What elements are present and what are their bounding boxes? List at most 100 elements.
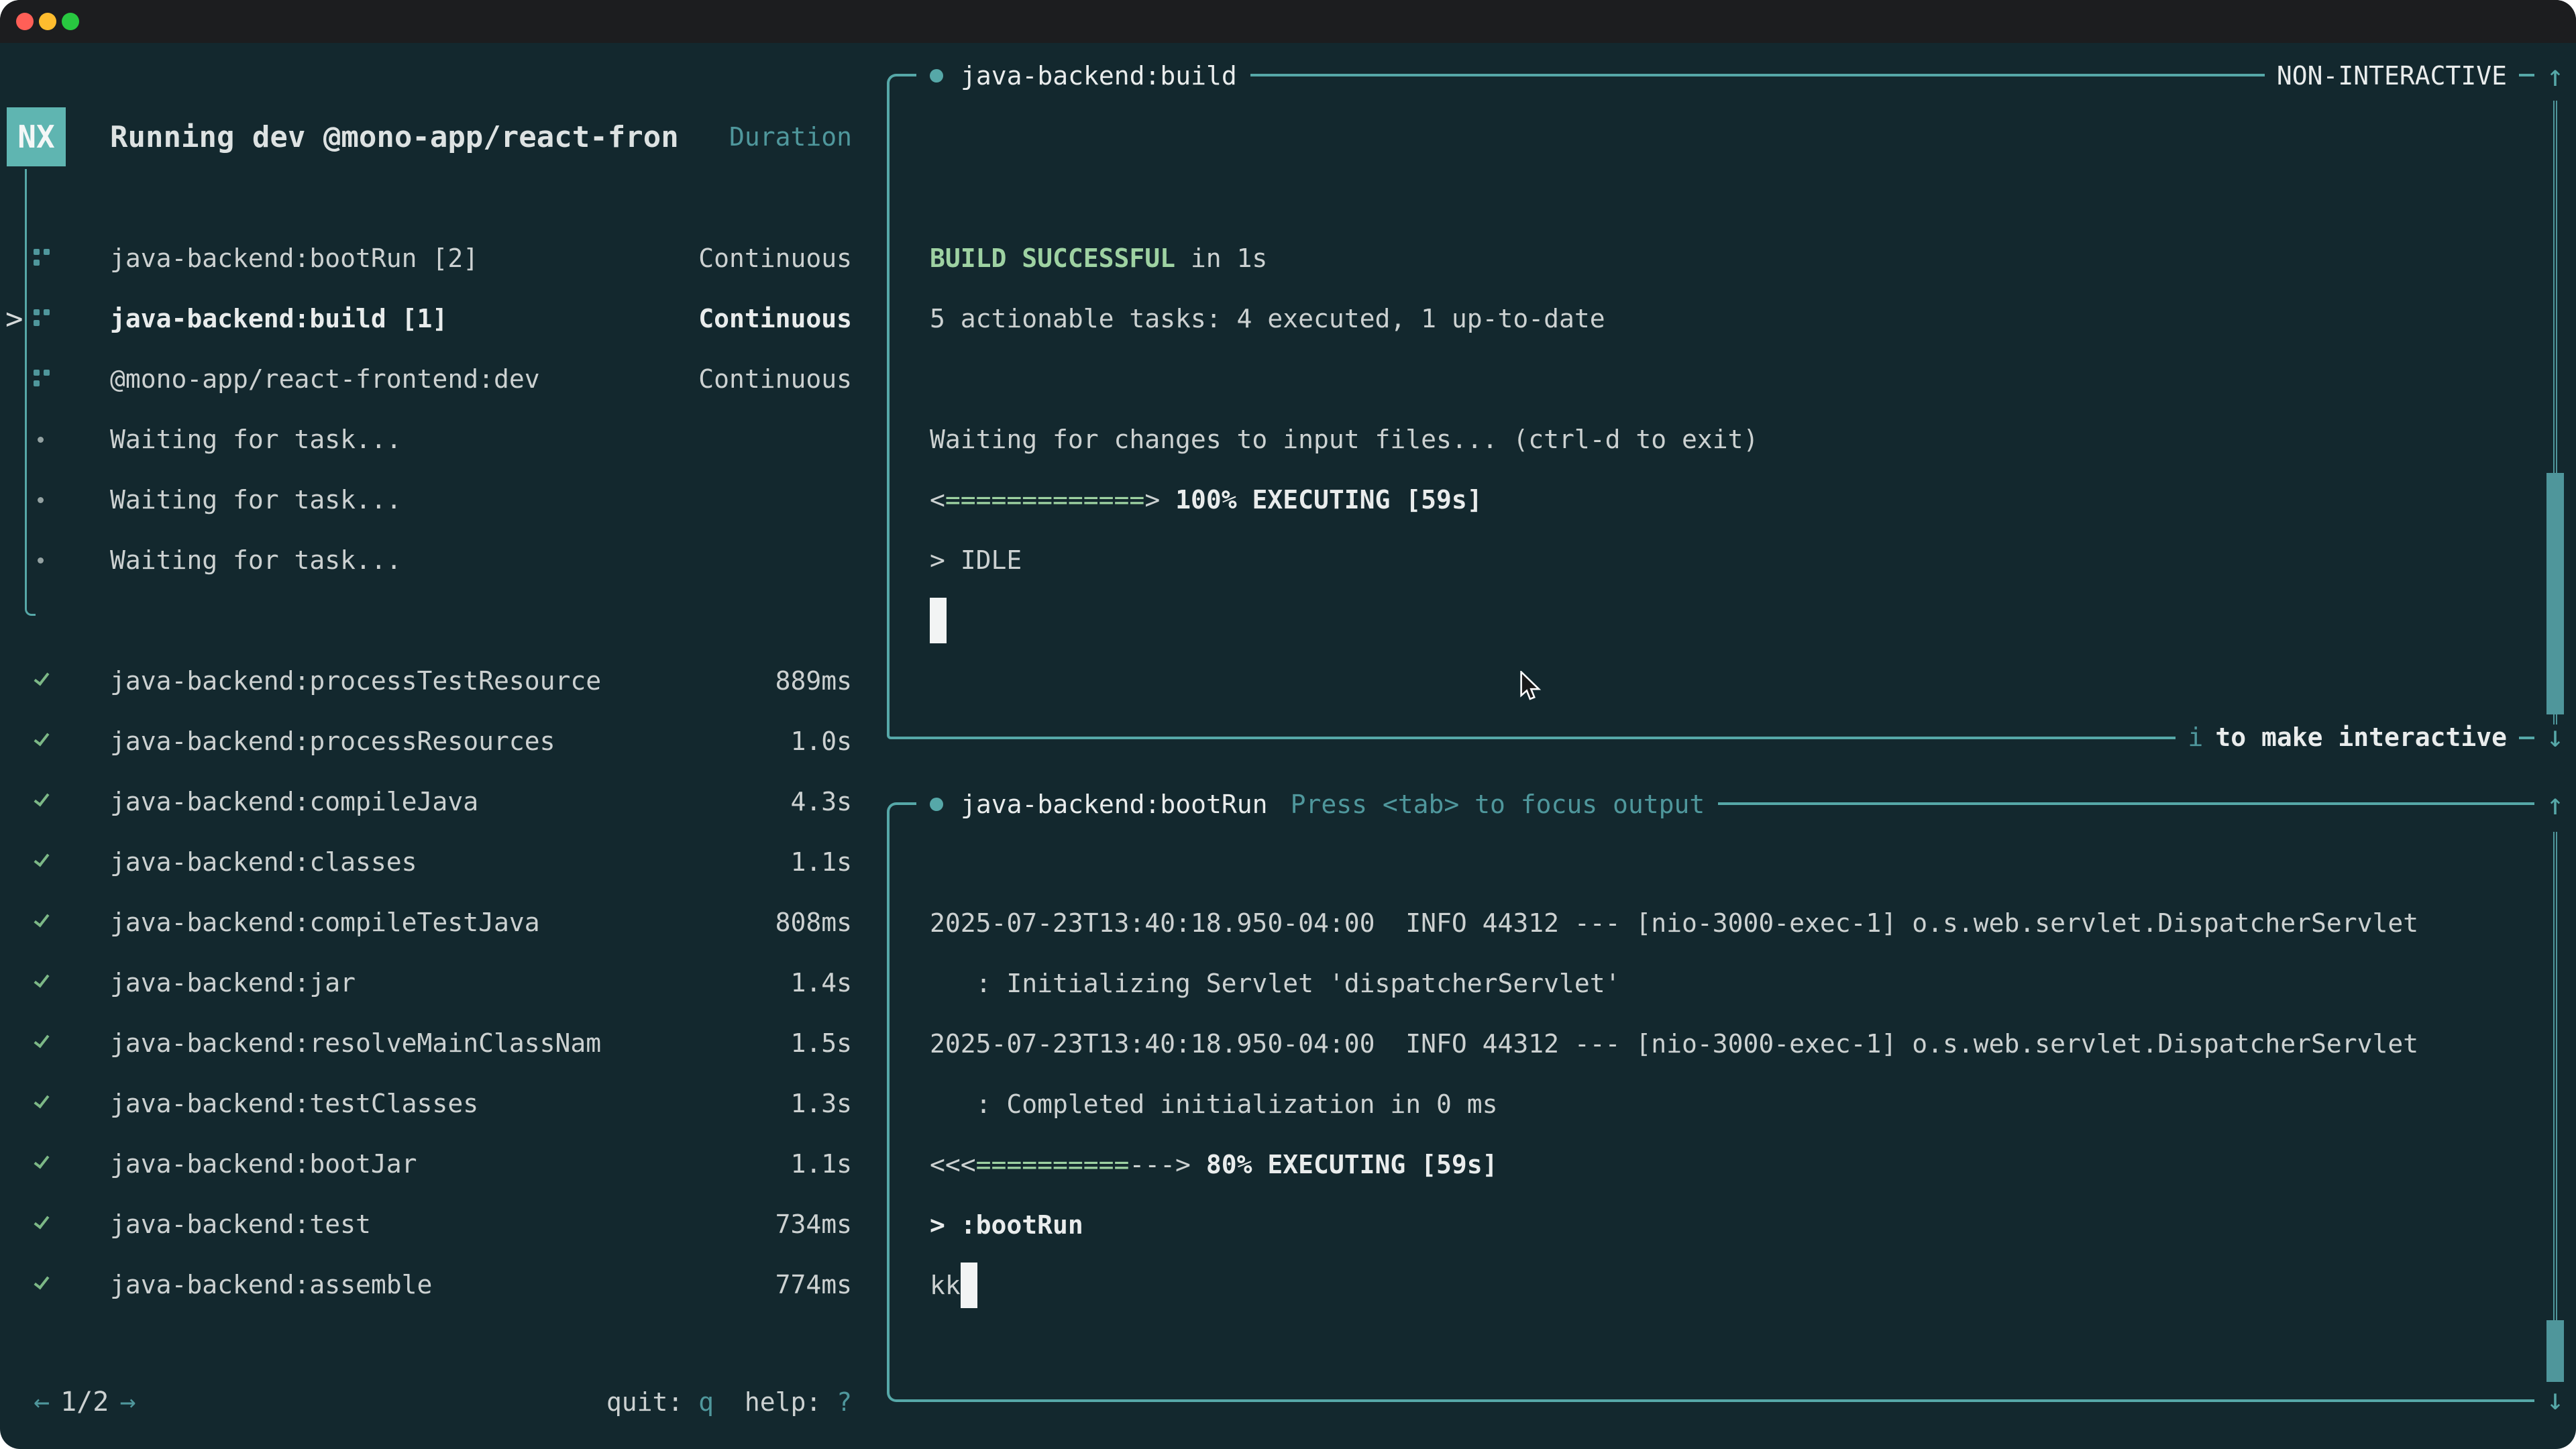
output-pane-bootrun[interactable]: java-backend:bootRun Press <tab> to focu… xyxy=(887,802,2576,1402)
task-row[interactable]: java-backend:processTestResource889ms xyxy=(0,651,872,711)
scrollbar-thumb[interactable] xyxy=(2546,1320,2564,1382)
minimize-window-button[interactable] xyxy=(39,13,56,30)
terminal-text: > IDLE xyxy=(930,545,1022,575)
task-name: Waiting for task... xyxy=(110,485,402,515)
spinner-icon xyxy=(34,309,51,328)
page-next-icon[interactable]: → xyxy=(119,1387,136,1417)
pane-build-title: java-backend:build xyxy=(961,61,1237,91)
terminal-text: BUILD SUCCESSFUL xyxy=(930,244,1175,273)
sidebar-title: Running dev @mono-app/react-fron xyxy=(110,107,679,166)
terminal-line: BUILD SUCCESSFUL in 1s xyxy=(930,228,2489,288)
task-row[interactable]: java-backend:compileJava4.3s xyxy=(0,771,872,832)
task-row[interactable]: java-backend:processResources1.0s xyxy=(0,711,872,771)
scroll-down-icon[interactable]: ↓ xyxy=(2534,1381,2576,1419)
selected-task-arrow-icon: > xyxy=(5,302,23,336)
close-window-button[interactable] xyxy=(16,13,34,30)
zoom-window-button[interactable] xyxy=(62,13,79,30)
task-duration: 4.3s xyxy=(790,787,852,816)
task-status: Continuous xyxy=(698,364,852,394)
task-name: java-backend:testClasses xyxy=(110,1089,478,1118)
check-icon xyxy=(34,669,49,686)
terminal-line: Waiting for changes to input files... (c… xyxy=(930,409,2489,470)
terminal-line: > IDLE xyxy=(930,530,2489,590)
task-row[interactable]: java-backend:bootRun [2]Continuous xyxy=(0,228,872,288)
check-icon xyxy=(34,851,49,867)
help-hint-label: help: xyxy=(745,1387,837,1417)
task-duration: 1.1s xyxy=(790,847,852,877)
task-status: Continuous xyxy=(698,244,852,273)
task-row[interactable]: Waiting for task... xyxy=(0,470,872,530)
task-sidebar: NX Running dev @mono-app/react-fron Dura… xyxy=(0,43,872,1449)
task-row[interactable]: java-backend:bootJar 1.1s xyxy=(0,1134,872,1194)
duration-column-header: Duration xyxy=(729,107,852,166)
non-interactive-badge: NON-INTERACTIVE xyxy=(2265,58,2519,93)
terminal-line: > :bootRun xyxy=(930,1195,2489,1255)
task-name: java-backend:jar xyxy=(110,968,356,998)
task-name: java-backend:assemble xyxy=(110,1270,432,1299)
keyboard-hints: quit: q help: ? xyxy=(606,1372,852,1432)
sidebar-footer: ← 1/2 → quit: q help: ? xyxy=(0,1372,872,1432)
terminal-text: 80% EXECUTING [59s] xyxy=(1206,1150,1498,1179)
scroll-up-icon[interactable]: ↑ xyxy=(2534,786,2576,824)
task-duration: 1.1s xyxy=(790,1149,852,1179)
waiting-dot-icon xyxy=(38,557,44,564)
nx-logo: NX xyxy=(7,107,66,166)
task-name: java-backend:processTestResource xyxy=(110,666,601,696)
terminal-text: ============= xyxy=(945,485,1144,515)
task-name: java-backend:test xyxy=(110,1210,371,1239)
task-row[interactable]: @mono-app/react-frontend:devContinuous xyxy=(0,349,872,409)
task-status-dot-icon xyxy=(930,798,943,811)
task-duration: 1.3s xyxy=(790,1089,852,1118)
terminal-text: 2025-07-23T13:40:18.950-04:00 INFO 44312… xyxy=(930,1029,2418,1059)
waiting-dot-icon xyxy=(38,437,44,443)
check-icon xyxy=(34,730,49,747)
terminal-line: : Initializing Servlet 'dispatcherServle… xyxy=(930,953,2489,1014)
scrollbar-thumb[interactable] xyxy=(2546,473,2564,714)
page-prev-icon[interactable]: ← xyxy=(34,1387,50,1417)
interactive-hint: i to make interactive xyxy=(2176,720,2519,755)
task-row[interactable]: java-backend:testClasses 1.3s xyxy=(0,1073,872,1134)
task-row[interactable]: Waiting for task... xyxy=(0,530,872,590)
task-name: Waiting for task... xyxy=(110,545,402,575)
sidebar-header: NX Running dev @mono-app/react-fron Dura… xyxy=(0,107,872,166)
terminal-text: : Completed initialization in 0 ms xyxy=(930,1089,1497,1119)
hint-spacer xyxy=(714,1387,745,1417)
output-pane-build[interactable]: java-backend:build NON-INTERACTIVE ↑ i t… xyxy=(887,74,2576,739)
task-row[interactable]: java-backend:jar 1.4s xyxy=(0,953,872,1013)
task-duration: 808ms xyxy=(775,908,852,937)
scrollbar-track[interactable] xyxy=(2553,832,2557,1381)
terminal-line: 2025-07-23T13:40:18.950-04:00 INFO 44312… xyxy=(930,1014,2489,1074)
text-cursor xyxy=(961,1263,977,1308)
terminal-text: 2025-07-23T13:40:18.950-04:00 INFO 44312… xyxy=(930,908,2418,938)
task-duration: 774ms xyxy=(775,1270,852,1299)
terminal-line xyxy=(930,590,2489,651)
task-row[interactable]: java-backend:compileTestJava808ms xyxy=(0,892,872,953)
task-row[interactable]: Waiting for task... xyxy=(0,409,872,470)
terminal-line: <<<==========---> 80% EXECUTING [59s] xyxy=(930,1134,2489,1195)
scroll-up-icon[interactable]: ↑ xyxy=(2534,58,2576,95)
terminal-line: 5 actionable tasks: 4 executed, 1 up-to-… xyxy=(930,288,2489,349)
terminal-line: <=============> 100% EXECUTING [59s] xyxy=(930,470,2489,530)
spinner-icon xyxy=(34,370,51,388)
text-cursor xyxy=(930,598,947,643)
task-row[interactable]: >java-backend:build [1]Continuous xyxy=(0,288,872,349)
task-status: Continuous xyxy=(698,304,852,333)
task-row[interactable]: java-backend:resolveMainClassNam1.5s xyxy=(0,1013,872,1073)
task-name: java-backend:bootJar xyxy=(110,1149,417,1179)
check-icon xyxy=(34,971,49,988)
task-row[interactable]: java-backend:assemble 774ms xyxy=(0,1254,872,1315)
help-key: ? xyxy=(837,1387,852,1417)
terminal-text xyxy=(1191,1150,1206,1179)
terminal-text: : Initializing Servlet 'dispatcherServle… xyxy=(930,969,1621,998)
mouse-cursor xyxy=(1517,671,1544,703)
terminal-text xyxy=(1160,485,1175,515)
task-row[interactable]: java-backend:test734ms xyxy=(0,1194,872,1254)
task-duration: 1.4s xyxy=(790,968,852,998)
task-row[interactable]: java-backend:classes1.1s xyxy=(0,832,872,892)
terminal-text: > :bootRun xyxy=(930,1210,1083,1240)
terminal-text: 5 actionable tasks: 4 executed, 1 up-to-… xyxy=(930,304,1605,333)
check-icon xyxy=(34,1213,49,1230)
check-icon xyxy=(34,1152,49,1169)
task-duration: 1.5s xyxy=(790,1028,852,1058)
pane-bootrun-output: 2025-07-23T13:40:18.950-04:00 INFO 44312… xyxy=(930,893,2489,1316)
